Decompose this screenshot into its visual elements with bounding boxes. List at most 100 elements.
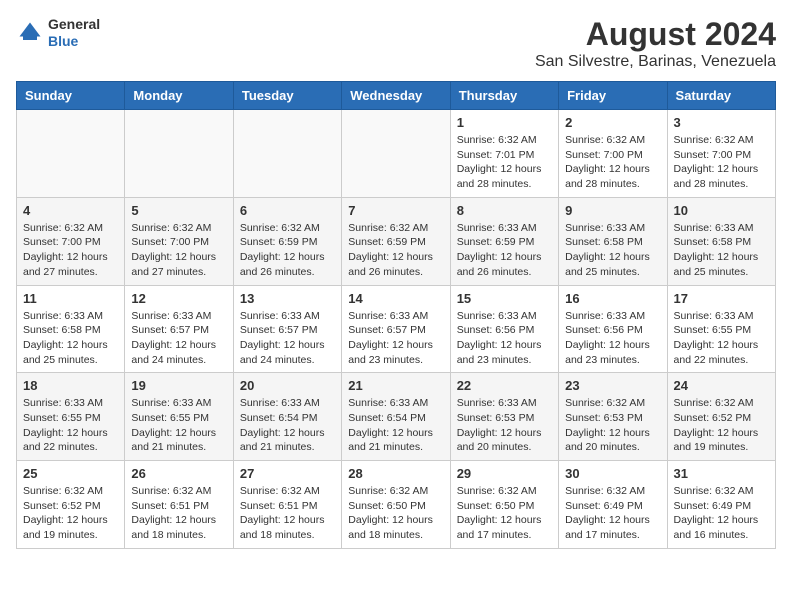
table-row: 16 Sunrise: 6:33 AMSunset: 6:56 PMDayligh…	[559, 285, 667, 373]
day-info: Sunrise: 6:32 AMSunset: 7:00 PMDaylight:…	[23, 221, 118, 280]
day-number: 30	[565, 466, 660, 481]
table-row: 27 Sunrise: 6:32 AMSunset: 6:51 PMDayligh…	[233, 461, 341, 549]
table-row: 22 Sunrise: 6:33 AMSunset: 6:53 PMDayligh…	[450, 373, 558, 461]
table-row: 5 Sunrise: 6:32 AMSunset: 7:00 PMDaylight…	[125, 197, 233, 285]
calendar-table: SundayMondayTuesdayWednesdayThursdayFrid…	[16, 81, 776, 549]
day-info: Sunrise: 6:32 AMSunset: 6:59 PMDaylight:…	[240, 221, 335, 280]
day-number: 18	[23, 378, 118, 393]
table-row: 15 Sunrise: 6:33 AMSunset: 6:56 PMDayligh…	[450, 285, 558, 373]
day-info: Sunrise: 6:33 AMSunset: 6:53 PMDaylight:…	[457, 396, 552, 455]
table-row: 10Sunrise: 6:33 AMSunset: 6:58 PMDayligh…	[667, 197, 775, 285]
day-number: 21	[348, 378, 443, 393]
day-number: 31	[674, 466, 769, 481]
day-number: 7	[348, 203, 443, 218]
day-number: 14	[348, 291, 443, 306]
day-number: 23	[565, 378, 660, 393]
calendar-header-sunday: Sunday	[17, 82, 125, 110]
day-info: Sunrise: 6:33 AMSunset: 6:57 PMDaylight:…	[348, 309, 443, 368]
table-row: 24 Sunrise: 6:32 AMSunset: 6:52 PMDayligh…	[667, 373, 775, 461]
day-info: Sunrise: 6:33 AMSunset: 6:58 PMDaylight:…	[674, 221, 769, 280]
day-number: 9	[565, 203, 660, 218]
day-number: 20	[240, 378, 335, 393]
day-info: Sunrise: 6:32 AMSunset: 6:50 PMDaylight:…	[457, 484, 552, 543]
calendar-header-friday: Friday	[559, 82, 667, 110]
day-info: Sunrise: 6:32 AMSunset: 7:00 PMDaylight:…	[131, 221, 226, 280]
calendar-header-thursday: Thursday	[450, 82, 558, 110]
day-info: Sunrise: 6:33 AMSunset: 6:59 PMDaylight:…	[457, 221, 552, 280]
page-subtitle: San Silvestre, Barinas, Venezuela	[535, 53, 776, 71]
day-info: Sunrise: 6:32 AMSunset: 7:00 PMDaylight:…	[674, 133, 769, 192]
table-row: 21 Sunrise: 6:33 AMSunset: 6:54 PMDayligh…	[342, 373, 450, 461]
day-info: Sunrise: 6:32 AMSunset: 6:51 PMDaylight:…	[240, 484, 335, 543]
table-row: 26 Sunrise: 6:32 AMSunset: 6:51 PMDayligh…	[125, 461, 233, 549]
calendar-week-row: 18 Sunrise: 6:33 AMSunset: 6:55 PMDayligh…	[17, 373, 776, 461]
calendar-header-saturday: Saturday	[667, 82, 775, 110]
day-number: 24	[674, 378, 769, 393]
table-row: 6Sunrise: 6:32 AMSunset: 6:59 PMDaylight…	[233, 197, 341, 285]
table-row	[125, 110, 233, 198]
calendar-week-row: 4 Sunrise: 6:32 AMSunset: 7:00 PMDaylight…	[17, 197, 776, 285]
table-row: 31 Sunrise: 6:32 AMSunset: 6:49 PMDayligh…	[667, 461, 775, 549]
day-info: Sunrise: 6:32 AMSunset: 6:59 PMDaylight:…	[348, 221, 443, 280]
day-info: Sunrise: 6:32 AMSunset: 6:50 PMDaylight:…	[348, 484, 443, 543]
day-number: 12	[131, 291, 226, 306]
logo-text: General Blue	[48, 16, 100, 50]
day-number: 3	[674, 115, 769, 130]
day-info: Sunrise: 6:32 AMSunset: 6:49 PMDaylight:…	[674, 484, 769, 543]
table-row: 4 Sunrise: 6:32 AMSunset: 7:00 PMDaylight…	[17, 197, 125, 285]
table-row: 14 Sunrise: 6:33 AMSunset: 6:57 PMDayligh…	[342, 285, 450, 373]
day-number: 29	[457, 466, 552, 481]
day-number: 11	[23, 291, 118, 306]
page-title: August 2024	[535, 16, 776, 53]
day-info: Sunrise: 6:33 AMSunset: 6:54 PMDaylight:…	[348, 396, 443, 455]
day-info: Sunrise: 6:32 AMSunset: 7:01 PMDaylight:…	[457, 133, 552, 192]
day-info: Sunrise: 6:32 AMSunset: 6:52 PMDaylight:…	[674, 396, 769, 455]
day-info: Sunrise: 6:33 AMSunset: 6:54 PMDaylight:…	[240, 396, 335, 455]
calendar-header-monday: Monday	[125, 82, 233, 110]
day-number: 8	[457, 203, 552, 218]
calendar-header-tuesday: Tuesday	[233, 82, 341, 110]
logo: General Blue	[16, 16, 100, 50]
calendar-header-wednesday: Wednesday	[342, 82, 450, 110]
day-number: 16	[565, 291, 660, 306]
day-info: Sunrise: 6:33 AMSunset: 6:58 PMDaylight:…	[23, 309, 118, 368]
day-number: 4	[23, 203, 118, 218]
table-row: 28 Sunrise: 6:32 AMSunset: 6:50 PMDayligh…	[342, 461, 450, 549]
calendar-header-row: SundayMondayTuesdayWednesdayThursdayFrid…	[17, 82, 776, 110]
day-info: Sunrise: 6:32 AMSunset: 7:00 PMDaylight:…	[565, 133, 660, 192]
calendar-week-row: 1Sunrise: 6:32 AMSunset: 7:01 PMDaylight…	[17, 110, 776, 198]
day-number: 5	[131, 203, 226, 218]
table-row: 13Sunrise: 6:33 AMSunset: 6:57 PMDayligh…	[233, 285, 341, 373]
day-number: 28	[348, 466, 443, 481]
day-info: Sunrise: 6:32 AMSunset: 6:53 PMDaylight:…	[565, 396, 660, 455]
day-info: Sunrise: 6:32 AMSunset: 6:52 PMDaylight:…	[23, 484, 118, 543]
table-row: 18 Sunrise: 6:33 AMSunset: 6:55 PMDayligh…	[17, 373, 125, 461]
table-row: 11 Sunrise: 6:33 AMSunset: 6:58 PMDayligh…	[17, 285, 125, 373]
day-number: 15	[457, 291, 552, 306]
calendar-week-row: 25 Sunrise: 6:32 AMSunset: 6:52 PMDayligh…	[17, 461, 776, 549]
table-row: 19Sunrise: 6:33 AMSunset: 6:55 PMDayligh…	[125, 373, 233, 461]
table-row: 17Sunrise: 6:33 AMSunset: 6:55 PMDayligh…	[667, 285, 775, 373]
day-number: 17	[674, 291, 769, 306]
day-number: 25	[23, 466, 118, 481]
table-row: 9 Sunrise: 6:33 AMSunset: 6:58 PMDaylight…	[559, 197, 667, 285]
day-info: Sunrise: 6:33 AMSunset: 6:55 PMDaylight:…	[23, 396, 118, 455]
day-info: Sunrise: 6:32 AMSunset: 6:51 PMDaylight:…	[131, 484, 226, 543]
day-number: 2	[565, 115, 660, 130]
table-row	[17, 110, 125, 198]
table-row: 1Sunrise: 6:32 AMSunset: 7:01 PMDaylight…	[450, 110, 558, 198]
day-number: 26	[131, 466, 226, 481]
day-number: 27	[240, 466, 335, 481]
day-info: Sunrise: 6:33 AMSunset: 6:58 PMDaylight:…	[565, 221, 660, 280]
day-info: Sunrise: 6:33 AMSunset: 6:57 PMDaylight:…	[240, 309, 335, 368]
calendar-week-row: 11 Sunrise: 6:33 AMSunset: 6:58 PMDayligh…	[17, 285, 776, 373]
day-info: Sunrise: 6:33 AMSunset: 6:56 PMDaylight:…	[565, 309, 660, 368]
day-info: Sunrise: 6:33 AMSunset: 6:56 PMDaylight:…	[457, 309, 552, 368]
day-number: 22	[457, 378, 552, 393]
table-row: 29 Sunrise: 6:32 AMSunset: 6:50 PMDayligh…	[450, 461, 558, 549]
table-row: 20 Sunrise: 6:33 AMSunset: 6:54 PMDayligh…	[233, 373, 341, 461]
table-row: 7 Sunrise: 6:32 AMSunset: 6:59 PMDaylight…	[342, 197, 450, 285]
table-row	[342, 110, 450, 198]
day-number: 19	[131, 378, 226, 393]
table-row: 12Sunrise: 6:33 AMSunset: 6:57 PMDayligh…	[125, 285, 233, 373]
